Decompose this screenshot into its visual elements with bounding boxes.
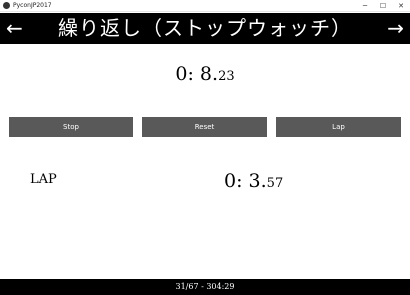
reset-button[interactable]: Reset	[142, 117, 267, 137]
window-controls: ─ ☐ ✕	[356, 0, 410, 12]
slide-counter: 31/67 - 304:29	[175, 282, 235, 291]
stopwatch-fraction: 23	[218, 69, 235, 84]
lap-button[interactable]: Lap	[276, 117, 401, 137]
prev-slide-arrow-icon[interactable]: ←	[6, 16, 23, 40]
lap-label: LAP	[30, 172, 57, 187]
slide-title: 繰り返し（ストップウォッチ）	[58, 16, 352, 40]
app-icon	[3, 2, 10, 9]
window-titlebar: PyconJP2017 ─ ☐ ✕	[0, 0, 410, 12]
lap-time-main: 0: 3.	[224, 170, 267, 192]
stopwatch-display: 0: 8.23	[0, 63, 410, 85]
slide-header: ← 繰り返し（ストップウォッチ） →	[0, 13, 410, 44]
window-title: PyconJP2017	[13, 2, 52, 9]
slide-footer: 31/67 - 304:29	[0, 279, 410, 295]
stopwatch-main: 0: 8.	[175, 63, 219, 85]
stop-button[interactable]: Stop	[9, 117, 133, 137]
minimize-button[interactable]: ─	[356, 0, 374, 12]
close-button[interactable]: ✕	[392, 0, 410, 12]
maximize-button[interactable]: ☐	[374, 0, 392, 12]
lap-time-fraction: 57	[266, 176, 284, 191]
lap-time-display: 0: 3.57	[224, 170, 283, 192]
next-slide-arrow-icon[interactable]: →	[387, 16, 404, 40]
